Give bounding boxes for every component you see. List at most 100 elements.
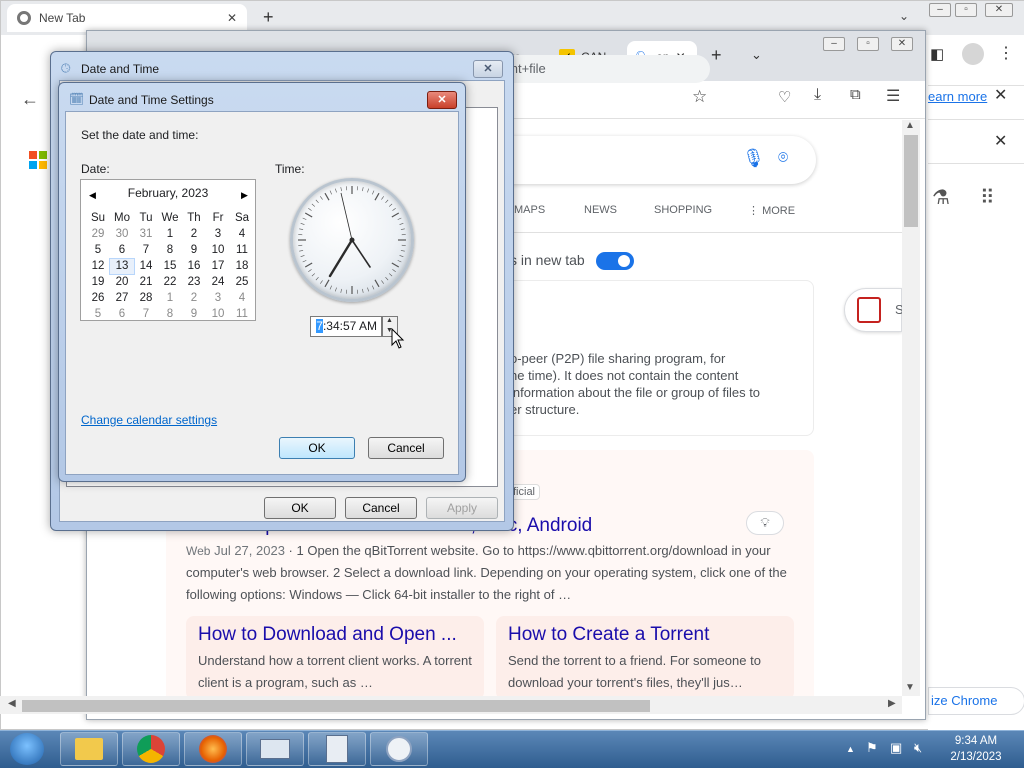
calendar-day[interactable]: 9 (182, 307, 206, 322)
calendar-day[interactable]: 28 (134, 291, 158, 306)
new-tab-plus-icon[interactable]: + (263, 7, 274, 28)
change-calendar-settings-link[interactable]: Change calendar settings (81, 413, 217, 427)
close-icon[interactable]: ✕ (994, 85, 1007, 105)
customize-chrome-button[interactable]: ize Chrome (928, 687, 1024, 715)
calendar-day[interactable]: 5 (86, 307, 110, 322)
horizontal-scroll-thumb[interactable] (22, 700, 650, 712)
taskbar-explorer[interactable] (60, 732, 118, 766)
calendar-day[interactable]: 11 (230, 243, 254, 258)
apps-grid-icon[interactable]: ⠿ (980, 185, 995, 210)
scroll-down-arrow-icon[interactable]: ▼ (905, 682, 915, 693)
taskbar-chrome[interactable] (122, 732, 180, 766)
calendar-day[interactable]: 22 (158, 275, 182, 290)
scroll-right-arrow-icon[interactable]: ▶ (888, 698, 896, 709)
calendar-day[interactable]: 27 (110, 291, 134, 306)
minimize-button[interactable]: – (929, 3, 951, 17)
close-button[interactable]: ✕ (473, 60, 503, 78)
calendar-day[interactable]: 30 (110, 227, 134, 242)
calendar-day[interactable]: 29 (86, 227, 110, 242)
learn-more-link[interactable]: earn more (928, 89, 987, 104)
next-month-arrow-icon[interactable]: ▶ (241, 190, 248, 201)
close-button[interactable]: ✕ (985, 3, 1013, 17)
time-hour-selected[interactable]: 7 (316, 319, 323, 333)
maximize-button[interactable]: ▫ (857, 37, 879, 51)
taskbar-calculator[interactable] (308, 732, 366, 766)
vertical-scroll-thumb[interactable] (904, 135, 918, 227)
calendar-day[interactable]: 12 (86, 259, 110, 274)
calendar-day[interactable]: 19 (86, 275, 110, 290)
calendar-day[interactable]: 4 (230, 291, 254, 306)
ok-button[interactable]: OK (264, 497, 336, 519)
download-icon[interactable]: ⤓ (814, 86, 821, 104)
calendar-day[interactable]: 7 (134, 243, 158, 258)
calendar-month-year[interactable]: February, 2023 (81, 186, 255, 200)
profile-avatar[interactable] (962, 43, 984, 65)
chevron-down-icon[interactable]: ⌄ (899, 9, 909, 23)
calendar-day[interactable]: 10 (206, 243, 230, 258)
side-chip[interactable]: S (844, 288, 904, 332)
menu-hamburger-icon[interactable]: ☰ (886, 86, 900, 106)
calendar-day[interactable]: 13 (109, 258, 135, 275)
calendar-day[interactable]: 7 (134, 307, 158, 322)
extensions-icon[interactable]: ⧉ (850, 86, 861, 103)
calendar-day[interactable]: 6 (110, 243, 134, 258)
related-card-title[interactable]: How to Create a Torrent (508, 624, 782, 646)
ok-button[interactable]: OK (279, 437, 355, 459)
time-rest[interactable]: :34:57 AM (323, 319, 377, 333)
calendar-day[interactable]: 2 (182, 227, 206, 242)
new-tab-plus-icon[interactable]: + (711, 45, 722, 66)
calendar-day[interactable]: 11 (230, 307, 254, 322)
taskbar-keyboard[interactable] (246, 732, 304, 766)
pocket-icon[interactable]: ♡ (778, 88, 791, 106)
related-card-title[interactable]: How to Download and Open ... (198, 624, 472, 646)
calendar-day[interactable]: 26 (86, 291, 110, 306)
calendar-day[interactable]: 14 (134, 259, 158, 274)
tray-expand-icon[interactable]: ▲ (846, 744, 855, 754)
month-calendar[interactable]: ◀ February, 2023 ▶ Su Mo Tu We Th Fr Sa 29 30 31 1… (80, 179, 256, 321)
calendar-day[interactable]: 15 (158, 259, 182, 274)
scroll-left-arrow-icon[interactable]: ◀ (8, 698, 16, 709)
lightbulb-icon[interactable]: 💡︎ (746, 511, 784, 535)
close-icon[interactable]: ✕ (994, 131, 1007, 151)
cancel-button[interactable]: Cancel (345, 497, 417, 519)
calendar-day[interactable]: 23 (182, 275, 206, 290)
lens-camera-icon[interactable]: ⌾ (778, 148, 788, 168)
minimize-button[interactable]: – (823, 37, 845, 51)
chevron-down-icon[interactable]: ⌄ (751, 47, 762, 63)
calendar-day[interactable]: 16 (182, 259, 206, 274)
calendar-day[interactable]: 18 (230, 259, 254, 274)
calendar-day[interactable]: 31 (134, 227, 158, 242)
spin-up-arrow-icon[interactable]: ▲ (386, 317, 393, 324)
calendar-day[interactable]: 4 (230, 227, 254, 242)
calendar-day[interactable]: 5 (86, 243, 110, 258)
calendar-day[interactable]: 3 (206, 291, 230, 306)
microphone-icon[interactable]: 🎙︎ (742, 148, 765, 169)
taskbar-firefox[interactable] (184, 732, 242, 766)
bookmark-star-icon[interactable]: ☆ (692, 87, 707, 107)
calendar-day[interactable]: 9 (182, 243, 206, 258)
start-button[interactable] (4, 730, 50, 768)
related-card[interactable]: How to Create a Torrent Send the torrent… (496, 616, 794, 700)
calendar-day[interactable]: 1 (158, 227, 182, 242)
action-center-flag-icon[interactable]: ⚑ (866, 740, 878, 756)
calendar-day[interactable]: 24 (206, 275, 230, 290)
volume-muted-icon[interactable]: 🔇︎ (914, 740, 922, 756)
calendar-day[interactable]: 17 (206, 259, 230, 274)
side-panel-icon[interactable]: ◧ (930, 45, 944, 63)
calendar-day[interactable]: 21 (134, 275, 158, 290)
close-button[interactable]: ✕ (427, 91, 457, 109)
nav-more[interactable]: ⋮ MORE (748, 204, 795, 217)
scroll-up-arrow-icon[interactable]: ▲ (905, 120, 915, 131)
labs-flask-icon[interactable]: ⚗ (932, 185, 950, 210)
calendar-day[interactable]: 8 (158, 243, 182, 258)
maximize-button[interactable]: ▫ (955, 3, 977, 17)
calendar-day[interactable]: 20 (110, 275, 134, 290)
taskbar-date-time[interactable] (370, 732, 428, 766)
calendar-day[interactable]: 10 (206, 307, 230, 322)
related-card[interactable]: How to Download and Open ... Understand … (186, 616, 484, 700)
system-clock[interactable]: 9:34 AM 2/13/2023 (936, 733, 1016, 765)
cancel-button[interactable]: Cancel (368, 437, 444, 459)
calendar-day[interactable]: 6 (110, 307, 134, 322)
calendar-day[interactable]: 25 (230, 275, 254, 290)
calendar-day[interactable]: 2 (182, 291, 206, 306)
